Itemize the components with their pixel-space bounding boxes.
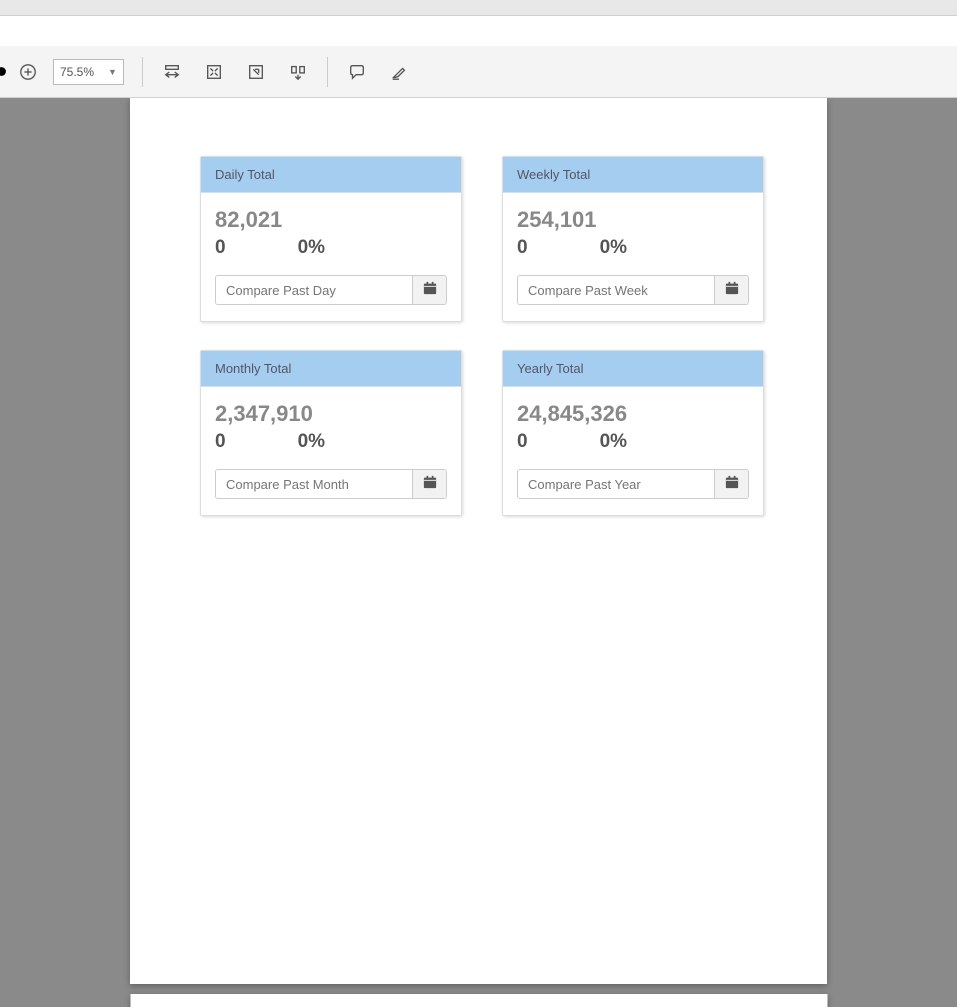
- document-viewport[interactable]: Daily Total 82,021 0 0%: [0, 98, 957, 1007]
- card-header: Weekly Total: [503, 157, 763, 193]
- pct-value: 0%: [600, 237, 627, 259]
- calendar-button[interactable]: [412, 470, 446, 498]
- total-value: 24,845,326: [517, 401, 749, 427]
- daily-total-card: Daily Total 82,021 0 0%: [200, 156, 462, 322]
- yearly-total-card: Yearly Total 24,845,326 0 0%: [502, 350, 764, 516]
- card-body: 24,845,326 0 0%: [503, 387, 763, 515]
- zoom-select[interactable]: 75.5% ▼: [53, 59, 124, 85]
- monthly-total-card: Monthly Total 2,347,910 0 0%: [200, 350, 462, 516]
- calendar-icon: [725, 281, 739, 300]
- calendar-button[interactable]: [714, 276, 748, 304]
- sub-row: 0 0%: [517, 431, 749, 453]
- window-strip: [0, 0, 957, 16]
- card-body: 254,101 0 0%: [503, 193, 763, 321]
- card-header: Daily Total: [201, 157, 461, 193]
- highlight-button[interactable]: [388, 61, 410, 83]
- compare-input[interactable]: [216, 470, 412, 498]
- zoom-in-button[interactable]: [17, 61, 39, 83]
- diff-value: 0: [215, 431, 226, 453]
- pct-value: 0%: [298, 431, 325, 453]
- white-band: [0, 16, 957, 46]
- calendar-button[interactable]: [714, 470, 748, 498]
- total-value: 2,347,910: [215, 401, 447, 427]
- zoom-value: 75.5%: [60, 65, 94, 79]
- card-body: 82,021 0 0%: [201, 193, 461, 321]
- compare-input[interactable]: [518, 276, 714, 304]
- compare-input[interactable]: [518, 470, 714, 498]
- zoom-out-button[interactable]: [0, 61, 7, 83]
- calendar-icon: [423, 475, 437, 494]
- calendar-icon: [423, 281, 437, 300]
- compare-group: [215, 275, 447, 305]
- document-page-next: [130, 994, 827, 1007]
- fullscreen-button[interactable]: [245, 61, 267, 83]
- weekly-total-card: Weekly Total 254,101 0 0%: [502, 156, 764, 322]
- fit-width-button[interactable]: [161, 61, 183, 83]
- document-page: Daily Total 82,021 0 0%: [130, 98, 827, 984]
- compare-group: [517, 275, 749, 305]
- compare-input[interactable]: [216, 276, 412, 304]
- compare-group: [517, 469, 749, 499]
- card-body: 2,347,910 0 0%: [201, 387, 461, 515]
- pct-value: 0%: [298, 237, 325, 259]
- sub-row: 0 0%: [215, 237, 447, 259]
- card-header: Monthly Total: [201, 351, 461, 387]
- toolbar-separator: [327, 57, 328, 87]
- total-value: 82,021: [215, 207, 447, 233]
- card-header: Yearly Total: [503, 351, 763, 387]
- diff-value: 0: [517, 431, 528, 453]
- caret-down-icon: ▼: [108, 67, 117, 77]
- total-value: 254,101: [517, 207, 749, 233]
- card-grid: Daily Total 82,021 0 0%: [200, 156, 757, 516]
- comment-button[interactable]: [346, 61, 368, 83]
- sub-row: 0 0%: [215, 431, 447, 453]
- calendar-button[interactable]: [412, 276, 446, 304]
- calendar-icon: [725, 475, 739, 494]
- diff-value: 0: [215, 237, 226, 259]
- diff-value: 0: [517, 237, 528, 259]
- pct-value: 0%: [600, 431, 627, 453]
- page-layout-button[interactable]: [287, 61, 309, 83]
- toolbar-separator: [142, 57, 143, 87]
- toolbar: 75.5% ▼: [0, 46, 957, 98]
- compare-group: [215, 469, 447, 499]
- fit-page-button[interactable]: [203, 61, 225, 83]
- sub-row: 0 0%: [517, 237, 749, 259]
